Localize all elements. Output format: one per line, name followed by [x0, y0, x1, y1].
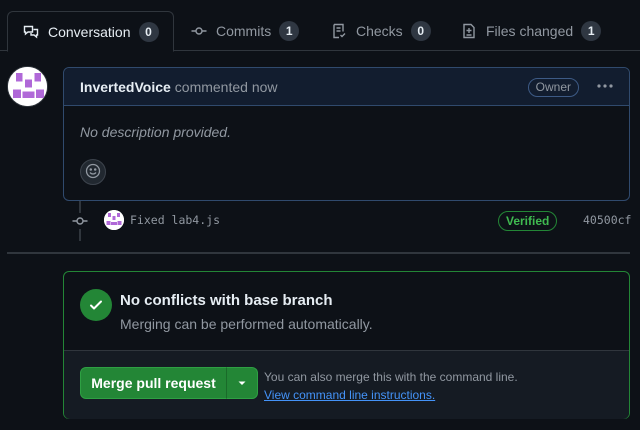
timeline-divider: [7, 252, 630, 254]
pr-tab-nav: Conversation 0 Commits 1 Checks 0 Files …: [0, 0, 640, 52]
tab-label: Files changed: [486, 23, 574, 39]
verified-badge[interactable]: Verified: [498, 211, 558, 231]
comment-discussion-icon: [23, 24, 39, 40]
merge-footer: Merge pull request You can also merge th…: [64, 350, 629, 419]
git-commit-icon: [72, 213, 88, 229]
tab-label: Checks: [356, 23, 403, 39]
check-icon: [80, 289, 112, 321]
comment-header: InvertedVoice commented now Owner: [64, 68, 629, 106]
commit-message-link[interactable]: Fixed lab4.js: [130, 213, 220, 227]
avatar[interactable]: [7, 66, 48, 107]
merge-options-dropdown[interactable]: [226, 367, 258, 399]
triangle-down-icon: [237, 375, 247, 391]
tab-conversation[interactable]: Conversation 0: [7, 11, 174, 52]
tab-commits[interactable]: Commits 1: [191, 11, 300, 51]
merge-status-subtitle: Merging can be performed automatically.: [120, 316, 373, 332]
checklist-icon: [331, 23, 347, 39]
tab-count-badge: 1: [279, 21, 300, 41]
tab-files-changed[interactable]: Files changed 1: [461, 11, 602, 51]
pr-description-comment: InvertedVoice commented now Owner No des…: [63, 67, 630, 201]
commit-author-avatar[interactable]: [104, 210, 124, 230]
merge-status-title: No conflicts with base branch: [120, 292, 333, 309]
merge-pull-request-button[interactable]: Merge pull request: [80, 367, 227, 399]
timeline-commit: Fixed lab4.js Verified 40500cf: [0, 208, 640, 234]
tab-label: Conversation: [48, 23, 131, 40]
git-commit-icon: [191, 23, 207, 39]
comment-timestamp: commented now: [174, 78, 278, 95]
add-reaction-button[interactable]: [80, 159, 106, 185]
comment-author-link[interactable]: InvertedVoice: [80, 79, 171, 95]
tab-count-badge: 0: [410, 21, 431, 41]
tab-count-badge: 1: [581, 21, 602, 41]
commit-sha-link[interactable]: 40500cf: [583, 213, 631, 227]
comment-body: No description provided.: [80, 124, 231, 140]
owner-badge: Owner: [527, 78, 579, 97]
kebab-horizontal-icon[interactable]: [595, 77, 615, 97]
tab-count-badge: 0: [138, 21, 159, 42]
cli-hint-text: You can also merge this with the command…: [264, 370, 518, 384]
file-diff-icon: [461, 23, 477, 39]
tab-checks[interactable]: Checks 0: [331, 11, 431, 51]
smiley-icon: [85, 163, 101, 182]
tab-label: Commits: [216, 23, 272, 39]
merge-box: No conflicts with base branch Merging ca…: [63, 271, 630, 419]
cli-instructions-link[interactable]: View command line instructions.: [264, 388, 435, 402]
